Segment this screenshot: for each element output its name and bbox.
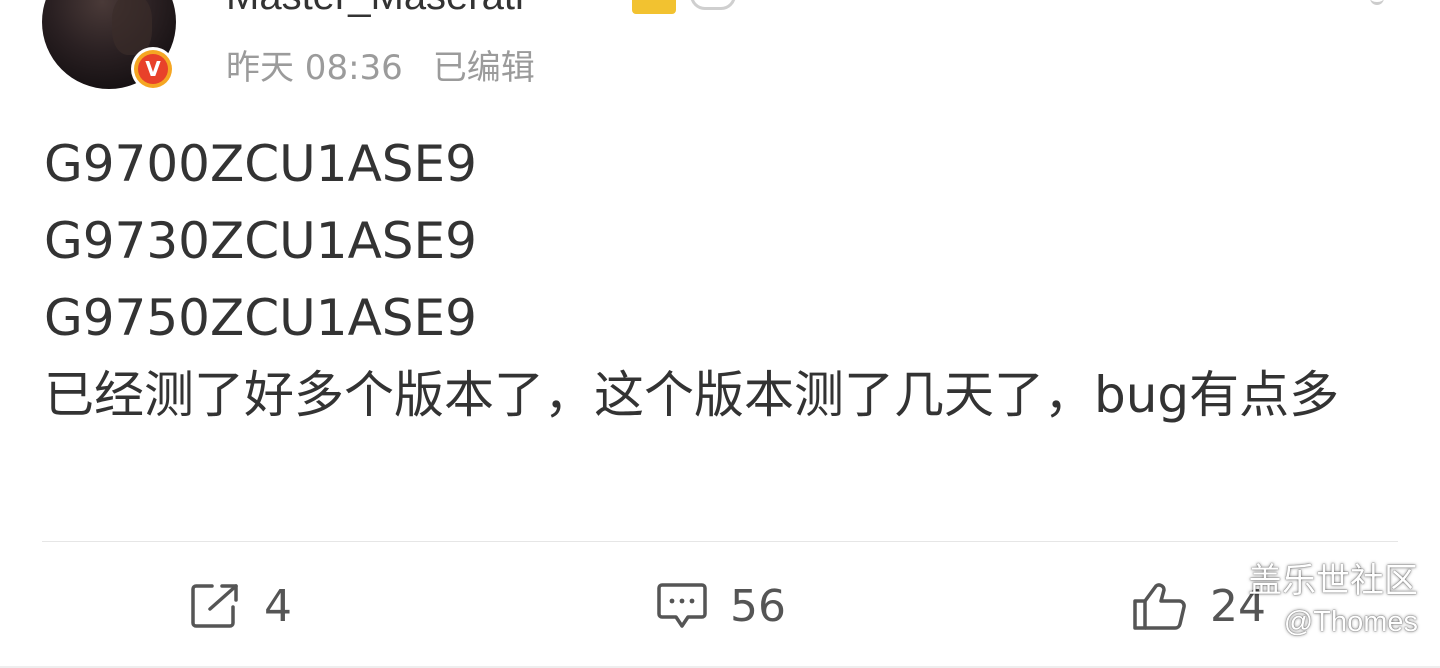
watermark-user: @Thomes [1283,606,1418,638]
weibo-post: V Master_Maserati 昨天 08:36 已编辑 G9700ZCU1A… [0,0,1440,668]
post-time: 昨天 08:36 [226,48,403,88]
comment-icon [657,583,707,628]
level-icon [690,0,736,10]
firmware-line: G9700ZCU1ASE9 [44,135,477,193]
watermark: 盖乐世社区 @Thomes [1248,560,1418,642]
repost-button[interactable]: 4 [190,578,292,634]
post-content: G9700ZCU1ASE9 G9730ZCU1ASE9 G9750ZCU1ASE… [44,126,1404,434]
username[interactable]: Master_Maserati [226,0,524,19]
member-icon [632,0,676,14]
verified-badge-letter: V [138,54,168,84]
comment-button[interactable]: 56 [656,578,786,634]
repost-count: 4 [264,580,292,632]
repost-icon [191,584,238,628]
firmware-line: G9730ZCU1ASE9 [44,212,477,270]
post-meta: 昨天 08:36 已编辑 [226,40,535,89]
firmware-line: G9750ZCU1ASE9 [44,289,477,347]
watermark-site: 盖乐世社区 [1248,561,1418,601]
edited-label: 已编辑 [432,48,535,88]
post-text: 已经测了好多个版本了，这个版本测了几天了，bug有点多 [44,366,1340,424]
divider [42,541,1398,542]
verified-badge-icon: V [131,47,175,91]
like-button[interactable]: 24 [1132,578,1266,634]
more-options-icon[interactable] [1370,0,1384,5]
comment-count: 56 [730,580,786,632]
thumbs-up-icon [1133,583,1186,630]
avatar[interactable]: V [42,0,176,91]
